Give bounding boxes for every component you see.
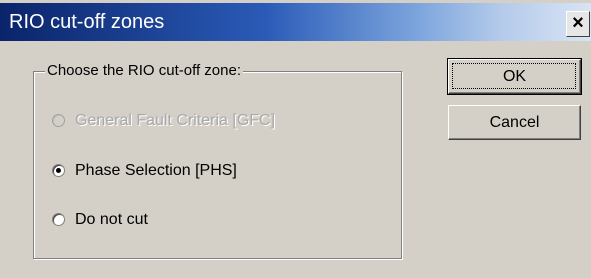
cancel-button[interactable]: Cancel — [448, 105, 581, 140]
title-bar[interactable]: RIO cut-off zones — [0, 3, 591, 41]
cancel-button-label: Cancel — [489, 114, 540, 131]
rio-cutoff-dialog: RIO cut-off zones × Choose the RIO cut-o… — [0, 0, 591, 278]
ok-button[interactable]: OK — [447, 58, 582, 95]
radio-phs-indicator[interactable] — [52, 164, 65, 177]
window-title: RIO cut-off zones — [9, 11, 165, 33]
radio-selected-dot — [56, 168, 61, 173]
radio-gfc-label: General Fault Criteria [GFC] — [75, 112, 276, 129]
radio-do-not-cut-indicator[interactable] — [52, 213, 65, 226]
focus-rectangle — [452, 63, 576, 89]
radio-phs-label: Phase Selection [PHS] — [75, 162, 237, 179]
groupbox-legend: Choose the RIO cut-off zone: — [45, 62, 243, 80]
radio-gfc-indicator[interactable] — [52, 114, 65, 127]
radio-do-not-cut-label: Do not cut — [75, 211, 148, 228]
close-button[interactable]: × — [566, 11, 590, 37]
close-icon: × — [572, 12, 584, 34]
